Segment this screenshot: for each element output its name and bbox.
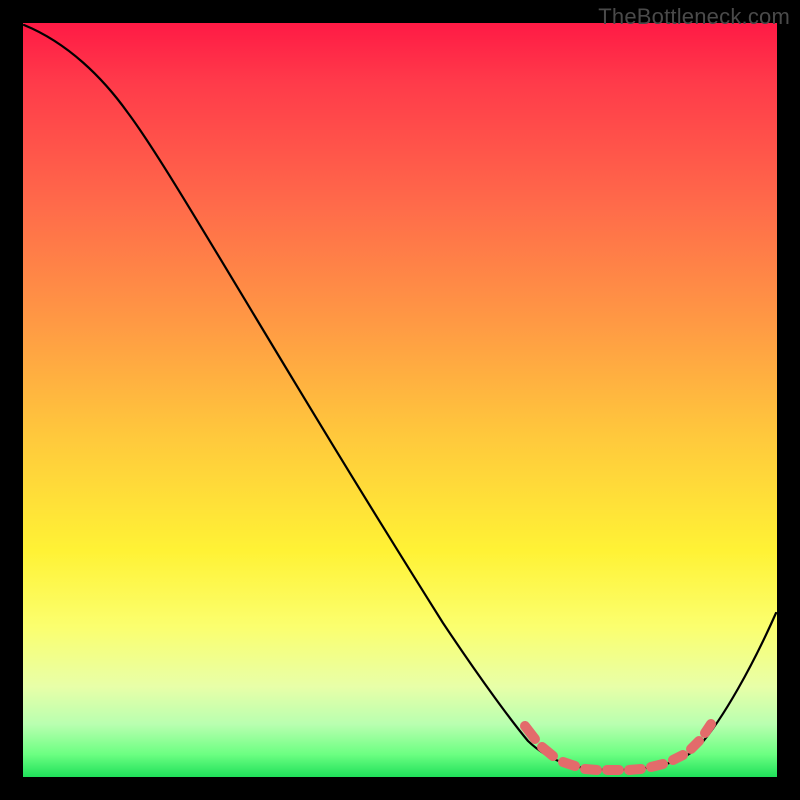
plot-area	[23, 23, 777, 777]
chart-frame: TheBottleneck.com	[0, 0, 800, 800]
bottleneck-curve	[24, 25, 776, 770]
highlight-dash	[563, 762, 575, 766]
curve-layer	[23, 23, 777, 777]
highlight-dash	[542, 747, 553, 756]
highlight-dash	[673, 755, 683, 760]
highlight-dash	[585, 769, 597, 770]
highlight-dash	[705, 724, 711, 733]
highlight-dash	[629, 769, 641, 770]
highlight-dash	[691, 741, 699, 749]
highlight-dash	[525, 726, 535, 739]
highlight-dash	[651, 764, 663, 767]
watermark-text: TheBottleneck.com	[598, 4, 790, 30]
